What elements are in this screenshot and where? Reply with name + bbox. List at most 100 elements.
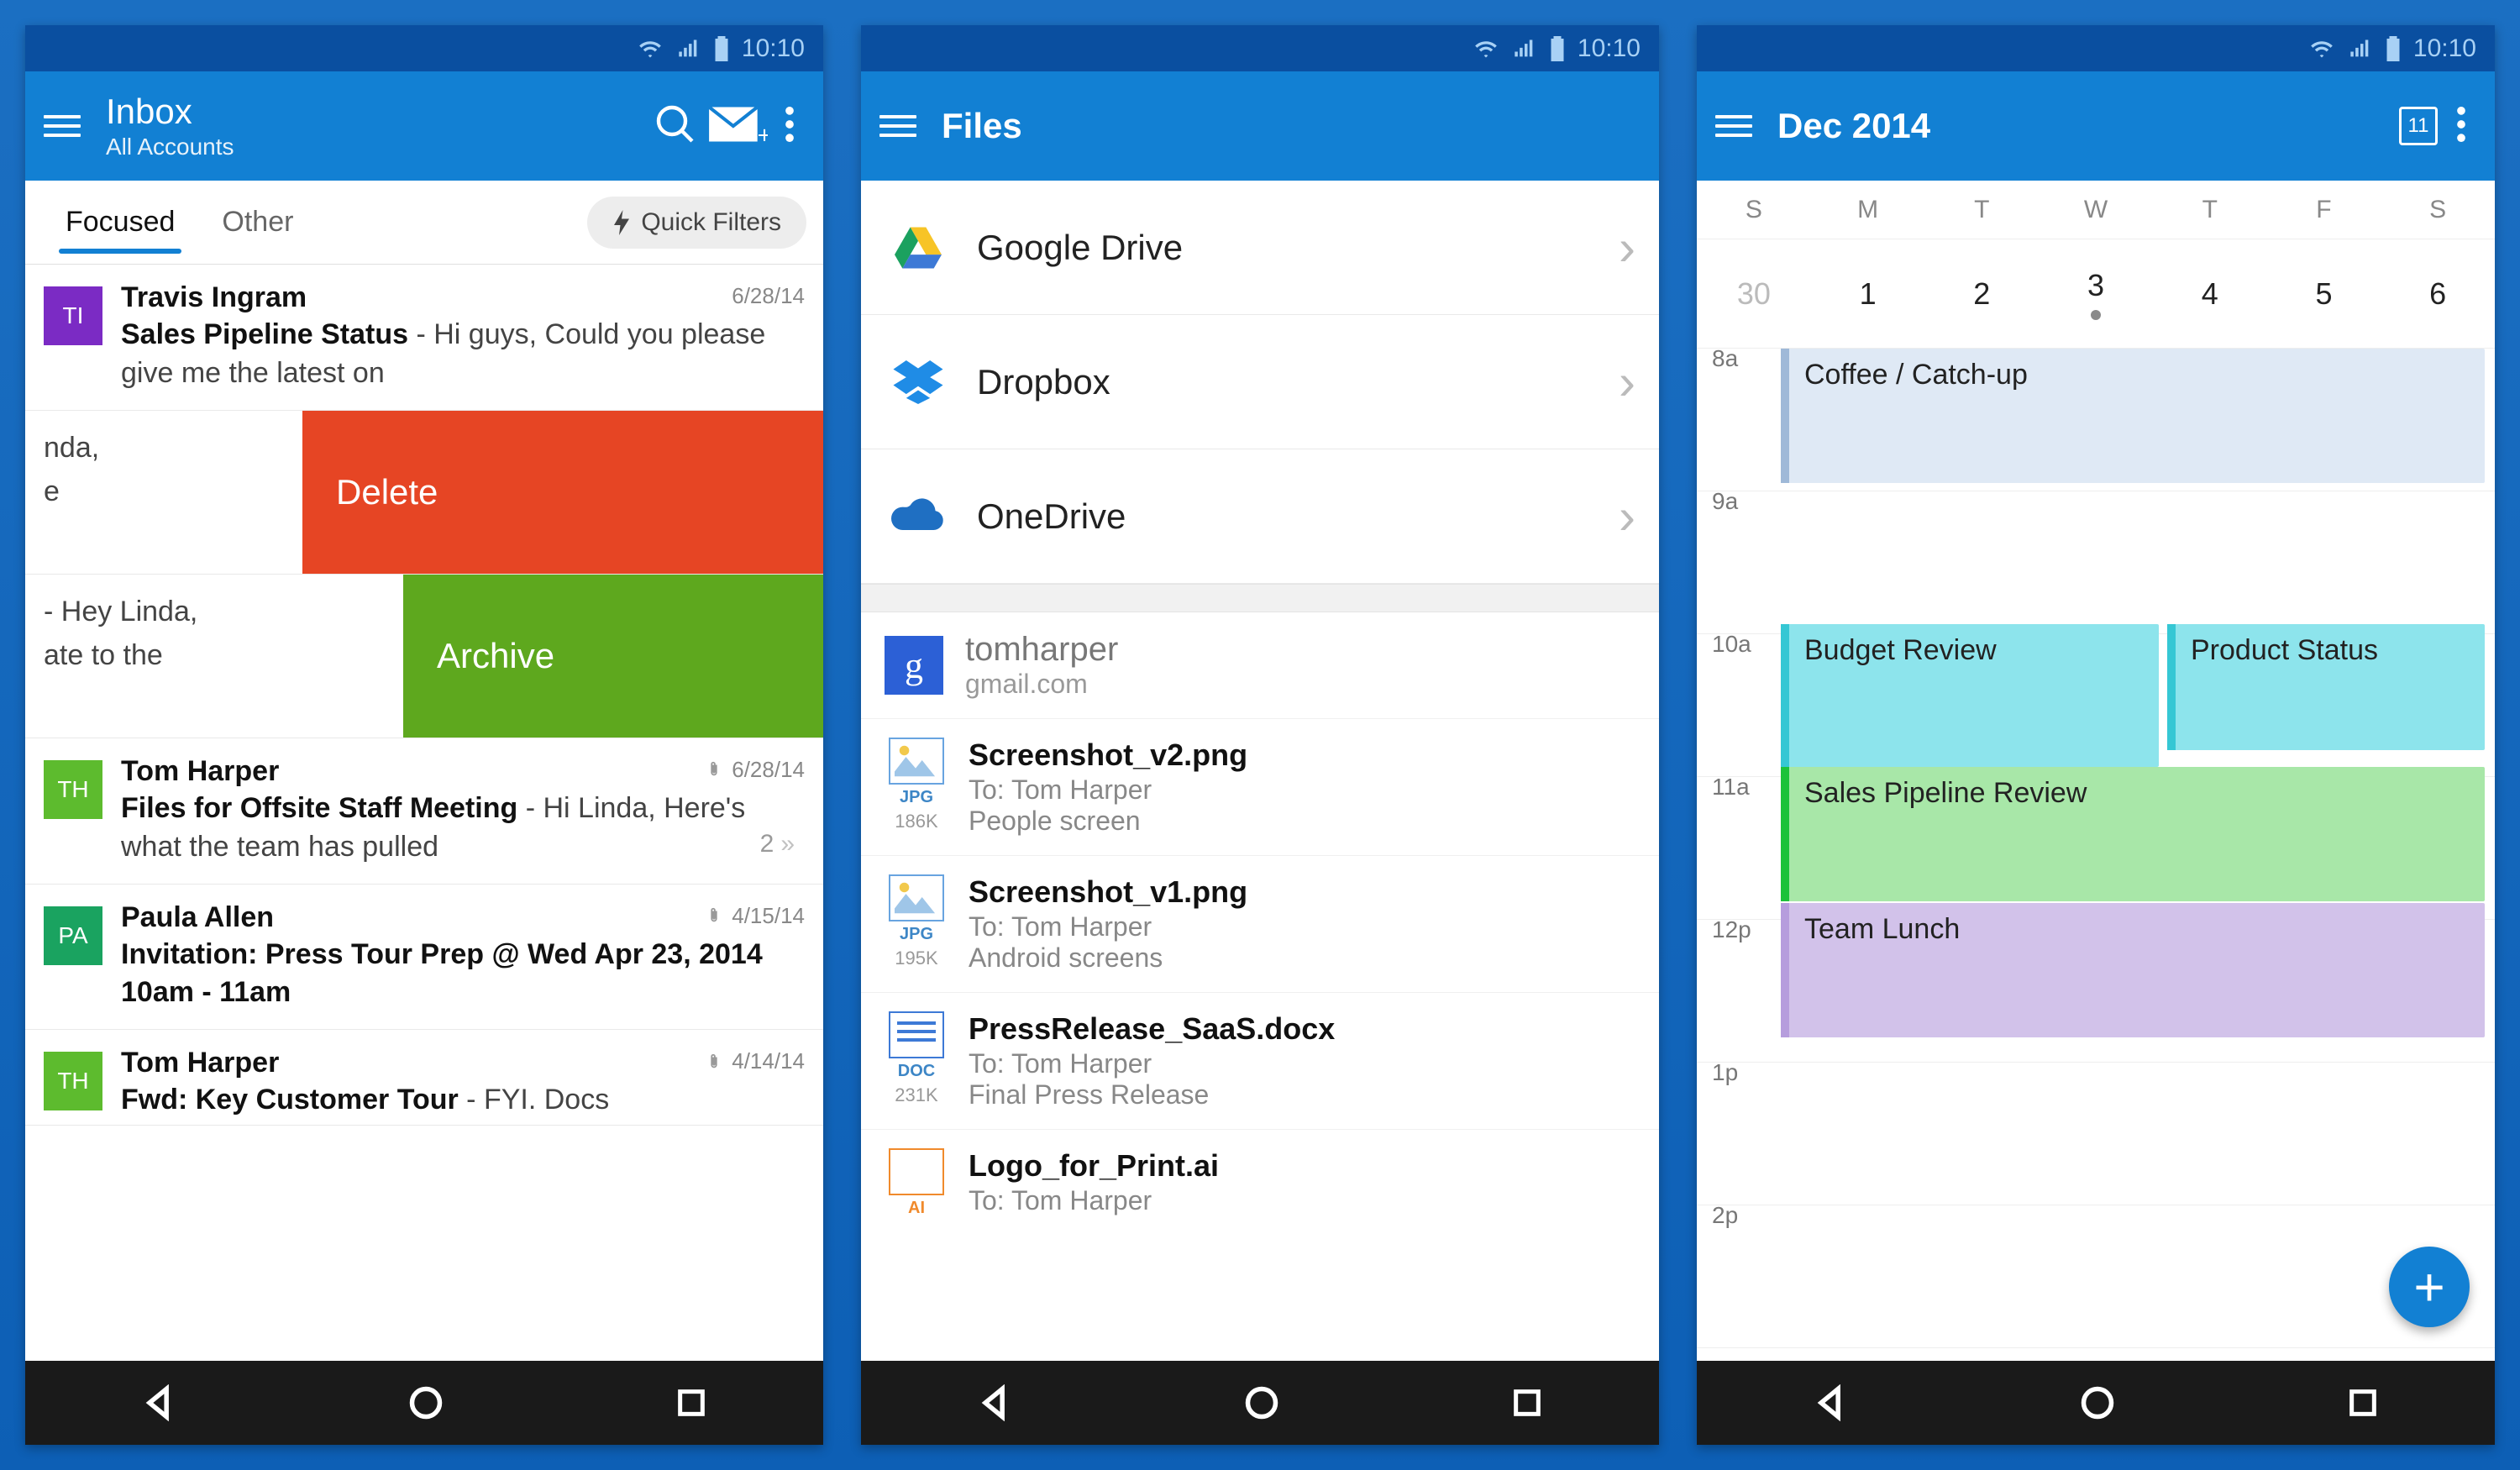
email-item[interactable]: TH Tom Harper Files for Offsite Staff Me… xyxy=(25,738,823,885)
calendar-event[interactable]: Sales Pipeline Review xyxy=(1781,767,2485,901)
gdrive-icon xyxy=(885,227,952,269)
files-screen: 10:10 Files Google Drive › Dropbox › One… xyxy=(861,25,1659,1445)
event-dot-icon xyxy=(2091,310,2101,320)
recents-button[interactable] xyxy=(2346,1386,2380,1420)
file-name: PressRelease_SaaS.docx xyxy=(969,1011,1635,1047)
attachment-icon xyxy=(705,759,723,780)
page-title: Files xyxy=(942,106,1641,146)
search-button[interactable] xyxy=(652,104,699,149)
quick-filters-button[interactable]: Quick Filters xyxy=(587,197,806,249)
nav-bar xyxy=(1697,1361,2495,1445)
archive-action[interactable]: Archive xyxy=(403,575,823,738)
home-button[interactable] xyxy=(407,1384,444,1421)
menu-button[interactable] xyxy=(879,109,916,143)
battery-icon xyxy=(713,36,730,61)
home-button[interactable] xyxy=(2079,1384,2116,1421)
app-bar: Dec 2014 11 xyxy=(1697,71,2495,181)
chevron-icon: » xyxy=(780,830,790,858)
date-cell[interactable]: 2 xyxy=(1924,239,2039,348)
email-item[interactable]: TH Tom Harper Fwd: Key Customer Tour - F… xyxy=(25,1030,823,1126)
source-label: OneDrive xyxy=(977,496,1619,537)
email-swipe-archive[interactable]: - Hey Linda, ate to the 6/28/14 Archive xyxy=(25,575,823,738)
agenda[interactable]: 8a9a10a11a12p1p2pCoffee / Catch-upBudget… xyxy=(1697,349,2495,1361)
avatar: TI xyxy=(44,286,102,345)
hour-label: 10a xyxy=(1712,631,1751,658)
file-to: To: Tom Harper xyxy=(969,1048,1635,1079)
email-sender: Travis Ingram xyxy=(121,281,805,314)
lightning-icon xyxy=(612,210,631,235)
thread-count: 2 xyxy=(760,830,774,858)
email-date: 4/14/14 xyxy=(732,1048,805,1074)
email-sender: Paula Allen xyxy=(121,901,805,934)
file-desc: People screen xyxy=(969,806,1635,837)
file-item[interactable]: JPG 195K Screenshot_v1.png To: Tom Harpe… xyxy=(861,855,1659,992)
email-subject: Sales Pipeline Status xyxy=(121,318,408,350)
tab-other[interactable]: Other xyxy=(198,181,317,264)
date-cell[interactable]: 4 xyxy=(2153,239,2267,348)
svg-text:+: + xyxy=(758,122,768,144)
email-item[interactable]: PA Paula Allen Invitation: Press Tour Pr… xyxy=(25,885,823,1031)
file-name: Screenshot_v1.png xyxy=(969,874,1635,910)
dow: T xyxy=(1924,196,2039,224)
file-item[interactable]: JPG 186K Screenshot_v2.png To: Tom Harpe… xyxy=(861,718,1659,855)
overflow-button[interactable] xyxy=(774,107,805,146)
delete-action[interactable]: Delete xyxy=(302,411,823,574)
today-button[interactable]: 11 xyxy=(2399,107,2446,145)
recents-button[interactable] xyxy=(675,1386,708,1420)
email-date: 4/15/14 xyxy=(732,903,805,929)
date-cell[interactable]: 30 xyxy=(1697,239,1811,348)
date-cell[interactable]: 6 xyxy=(2381,239,2495,348)
calendar-event[interactable]: Product Status xyxy=(2167,624,2485,750)
email-item[interactable]: TI Travis Ingram Sales Pipeline Status -… xyxy=(25,265,823,411)
file-to: To: Tom Harper xyxy=(969,774,1635,806)
hour-label: 2p xyxy=(1712,1202,1738,1229)
hour-label: 9a xyxy=(1712,488,1738,515)
hour-label: 1p xyxy=(1712,1059,1738,1086)
account-row[interactable]: g tomharper gmail.com xyxy=(861,612,1659,718)
file-size: 195K xyxy=(885,948,948,969)
email-subject: Invitation: Press Tour Prep @ Wed Apr 23… xyxy=(121,938,763,1009)
overflow-button[interactable] xyxy=(2446,107,2476,146)
source-dropbox[interactable]: Dropbox › xyxy=(861,315,1659,449)
add-event-fab[interactable]: + xyxy=(2389,1247,2470,1327)
page-subtitle: All Accounts xyxy=(106,134,652,160)
hour-label: 12p xyxy=(1712,916,1751,943)
clock-text: 10:10 xyxy=(742,34,805,63)
calendar-event[interactable]: Budget Review xyxy=(1781,624,2159,767)
email-subject: Files for Offsite Staff Meeting xyxy=(121,792,517,824)
file-item[interactable]: DOC 231K PressRelease_SaaS.docx To: Tom … xyxy=(861,992,1659,1129)
avatar: TH xyxy=(44,1052,102,1110)
event-stripe xyxy=(1781,349,1789,483)
event-stripe xyxy=(1781,624,1789,767)
back-button[interactable] xyxy=(1812,1384,1849,1421)
status-bar: 10:10 xyxy=(861,25,1659,71)
file-thumb: AI xyxy=(885,1148,948,1218)
menu-button[interactable] xyxy=(1715,109,1752,143)
email-swipe-delete[interactable]: nda, e 6/28/14 Delete xyxy=(25,411,823,575)
signal-icon xyxy=(676,37,701,60)
back-button[interactable] xyxy=(140,1384,177,1421)
file-size: 231K xyxy=(885,1084,948,1106)
dates-row: 30 1 2 3 4 5 6 xyxy=(1697,239,2495,349)
event-stripe xyxy=(2167,624,2176,750)
date-cell[interactable]: 5 xyxy=(2267,239,2381,348)
calendar-event[interactable]: Team Lunch xyxy=(1781,903,2485,1037)
tab-focused[interactable]: Focused xyxy=(42,181,198,264)
menu-button[interactable] xyxy=(44,109,81,143)
source-onedrive[interactable]: OneDrive › xyxy=(861,449,1659,584)
email-sender: Tom Harper xyxy=(121,1047,805,1079)
back-button[interactable] xyxy=(976,1384,1013,1421)
calendar-event[interactable]: Coffee / Catch-up xyxy=(1781,349,2485,483)
wifi-icon xyxy=(2307,37,2336,60)
hour-label: 8a xyxy=(1712,345,1738,372)
file-item[interactable]: AI Logo_for_Print.ai To: Tom Harper xyxy=(861,1129,1659,1220)
event-title: Budget Review xyxy=(1804,634,1997,666)
home-button[interactable] xyxy=(1243,1384,1280,1421)
date-cell[interactable]: 1 xyxy=(1811,239,1925,348)
source-gdrive[interactable]: Google Drive › xyxy=(861,181,1659,315)
event-title: Coffee / Catch-up xyxy=(1804,359,2028,391)
email-subject: Fwd: Key Customer Tour xyxy=(121,1084,459,1116)
recents-button[interactable] xyxy=(1510,1386,1544,1420)
date-cell-selected[interactable]: 3 xyxy=(2039,239,2153,348)
compose-button[interactable]: + xyxy=(699,103,774,150)
